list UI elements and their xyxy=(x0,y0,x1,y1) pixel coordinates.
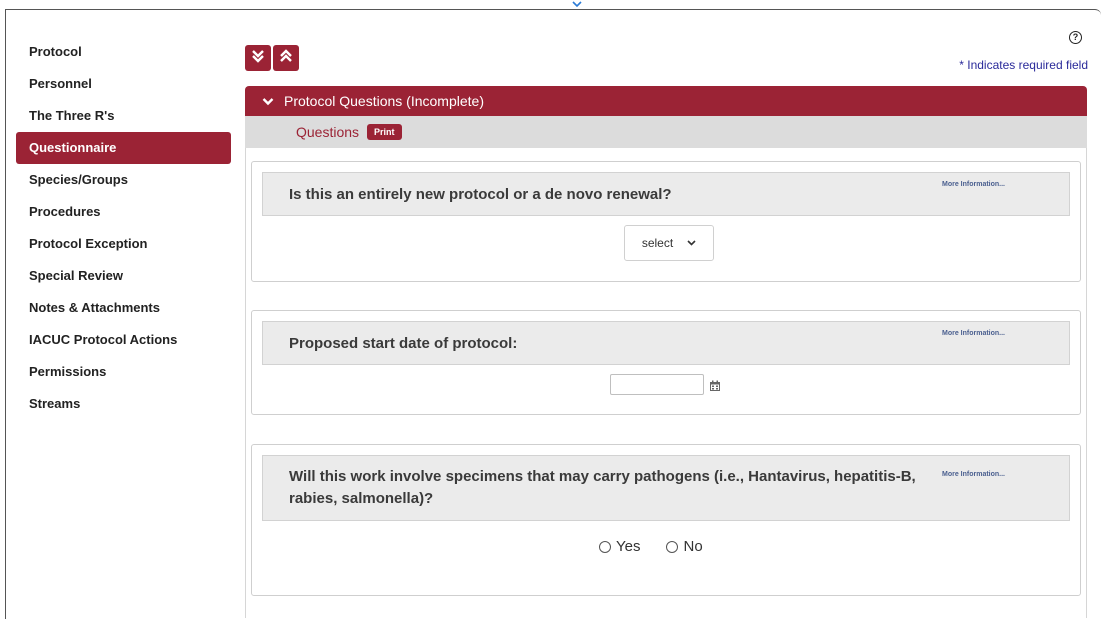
sidebar-item-iacuc-protocol-actions[interactable]: IACUC Protocol Actions xyxy=(16,324,231,356)
double-chevron-up-icon xyxy=(279,48,293,68)
required-field-note: * Indicates required field xyxy=(959,58,1088,72)
pathogens-radio-group: Yes No xyxy=(599,538,703,555)
sidebar-item-protocol[interactable]: Protocol xyxy=(16,36,231,68)
question-text: Proposed start date of protocol: xyxy=(289,334,518,352)
question-card: Proposed start date of protocol: More In… xyxy=(251,310,1081,415)
new-protocol-select[interactable]: select xyxy=(624,225,714,261)
expand-collapse-controls xyxy=(245,45,299,71)
start-date-input[interactable] xyxy=(610,374,704,395)
question-text: Is this an entirely new protocol or a de… xyxy=(289,185,672,203)
question-header: Is this an entirely new protocol or a de… xyxy=(262,172,1070,216)
radio-circle-icon[interactable] xyxy=(666,540,679,553)
radio-no-label: No xyxy=(683,538,703,555)
chevron-down-icon xyxy=(687,240,696,246)
protocol-questions-panel-header[interactable]: Protocol Questions (Incomplete) xyxy=(245,86,1087,116)
sidebar-item-personnel[interactable]: Personnel xyxy=(16,68,231,100)
chevron-down-icon xyxy=(262,97,274,106)
sidebar-item-protocol-exception[interactable]: Protocol Exception xyxy=(16,228,231,260)
sidebar-item-notes-attachments[interactable]: Notes & Attachments xyxy=(16,292,231,324)
sidebar-item-streams[interactable]: Streams xyxy=(16,388,231,420)
panel-title: Protocol Questions (Incomplete) xyxy=(284,93,484,109)
select-value: select xyxy=(641,236,674,250)
question-card: Is this an entirely new protocol or a de… xyxy=(251,161,1081,282)
radio-no[interactable]: No xyxy=(666,538,703,555)
sidebar-item-permissions[interactable]: Permissions xyxy=(16,356,231,388)
double-chevron-down-icon xyxy=(251,49,265,68)
sidebar-item-species-groups[interactable]: Species/Groups xyxy=(16,164,231,196)
question-text: Will this work involve specimens that ma… xyxy=(289,468,916,507)
radio-circle-icon[interactable] xyxy=(599,540,611,553)
help-icon[interactable]: ? xyxy=(1069,31,1082,44)
questions-subbar: Questions Print xyxy=(245,116,1087,148)
sidebar-item-special-review[interactable]: Special Review xyxy=(16,260,231,292)
print-button[interactable]: Print xyxy=(367,124,402,140)
chevron-down-icon[interactable] xyxy=(571,0,583,8)
sidebar-item-questionnaire[interactable]: Questionnaire xyxy=(16,132,231,164)
sidebar-item-three-rs[interactable]: The Three R's xyxy=(16,100,231,132)
more-information-link[interactable]: More Information... xyxy=(942,181,1005,188)
collapse-all-button[interactable] xyxy=(273,45,299,71)
more-information-link[interactable]: More Information... xyxy=(942,330,1005,337)
question-header: Proposed start date of protocol: More In… xyxy=(262,321,1070,365)
sidebar-nav: Protocol Personnel The Three R's Questio… xyxy=(16,36,231,420)
radio-yes-label: Yes xyxy=(616,538,641,555)
radio-yes[interactable]: Yes xyxy=(599,538,640,555)
expand-all-button[interactable] xyxy=(245,45,271,71)
questions-label: Questions xyxy=(296,124,360,140)
question-header: Will this work involve specimens that ma… xyxy=(262,455,1070,521)
calendar-icon[interactable] xyxy=(709,379,721,391)
more-information-link[interactable]: More Information... xyxy=(942,464,1005,486)
sidebar-item-procedures[interactable]: Procedures xyxy=(16,196,231,228)
question-card: Will this work involve specimens that ma… xyxy=(251,444,1081,596)
